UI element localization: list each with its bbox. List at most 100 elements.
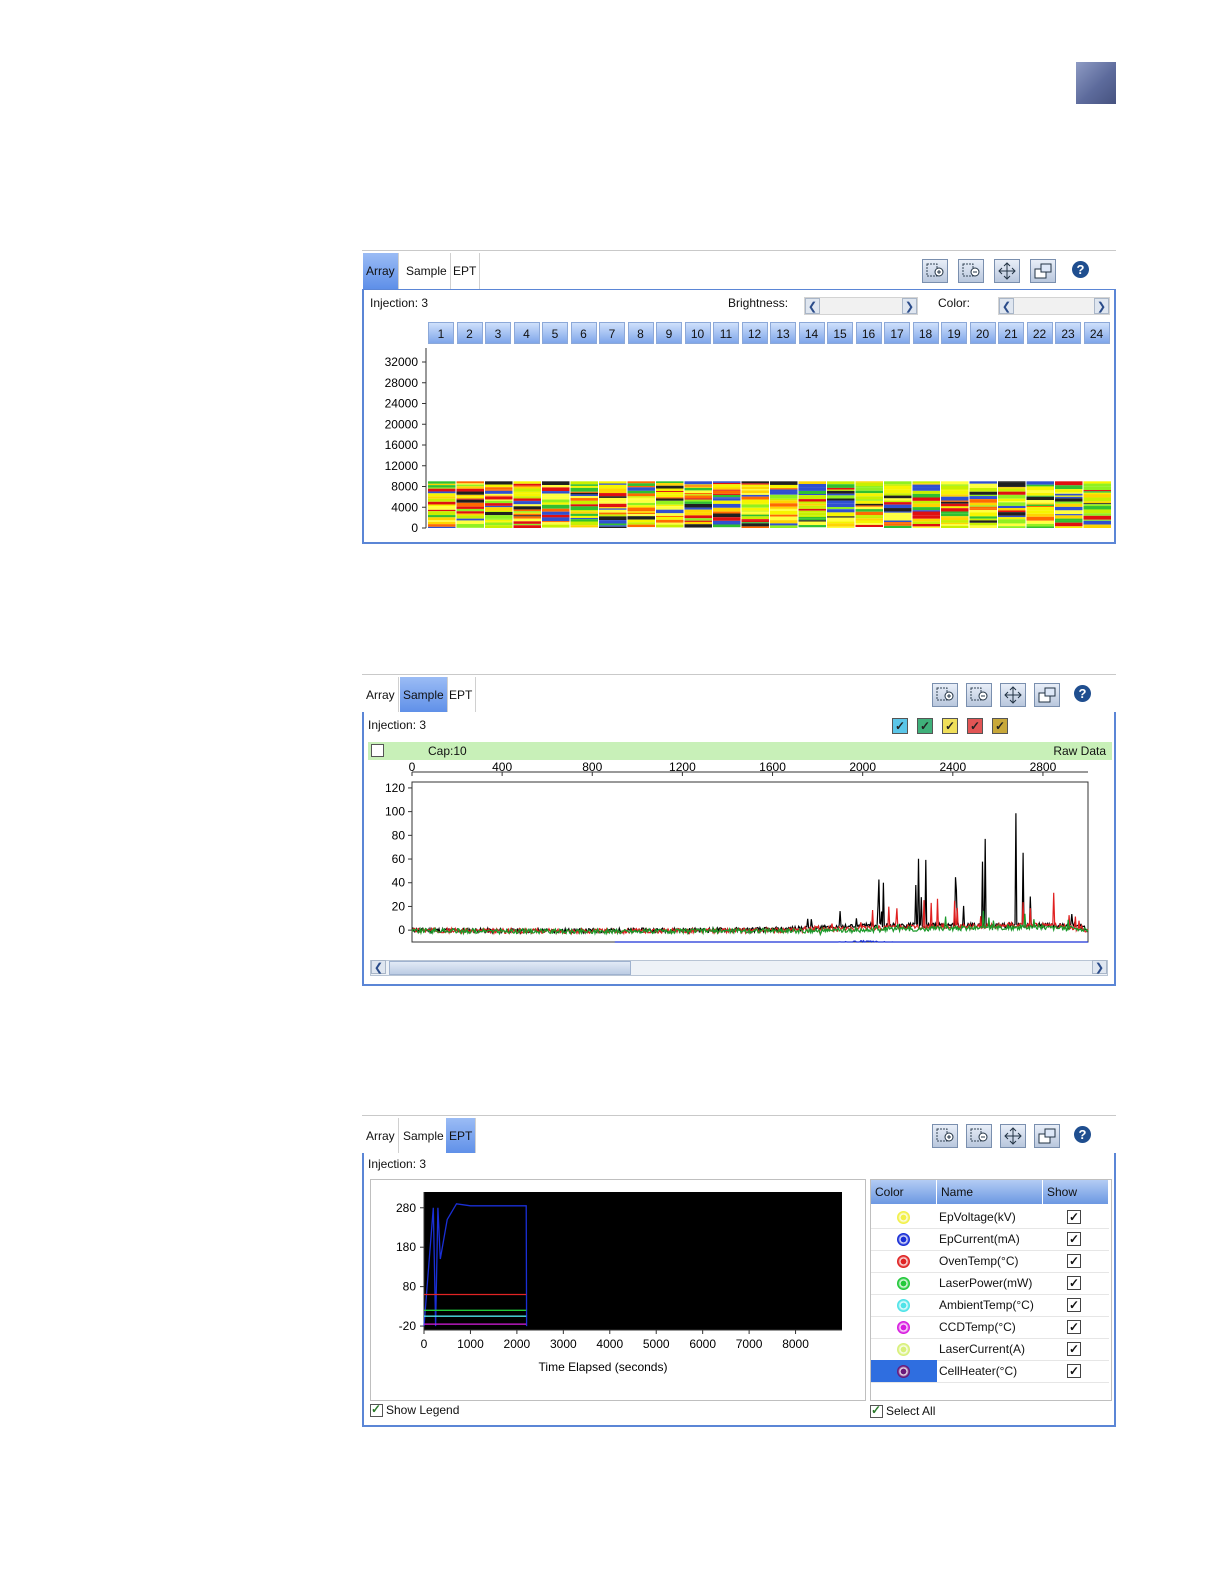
zoom-out-icon[interactable] bbox=[966, 1124, 992, 1148]
brightness-label: Brightness: bbox=[728, 296, 789, 310]
fit-view-icon[interactable] bbox=[1000, 1124, 1026, 1148]
zoom-out-icon[interactable] bbox=[966, 683, 992, 707]
tab-ept[interactable]: EPT bbox=[446, 1118, 477, 1154]
horizontal-scrollbar[interactable]: ❮ ❯ bbox=[370, 960, 1108, 976]
show-series-checkbox[interactable]: ✓ bbox=[1067, 1254, 1081, 1268]
series-name: AmbientTemp(°C) bbox=[939, 1298, 1034, 1312]
series-name: LaserCurrent(A) bbox=[939, 1342, 1026, 1356]
x-axis-label: Time Elapsed (seconds) bbox=[539, 1360, 668, 1374]
y-tick-label: 80 bbox=[392, 828, 406, 842]
dye-toggle-5[interactable]: ✓ bbox=[992, 718, 1008, 734]
tab-array[interactable]: Array bbox=[363, 253, 399, 289]
injection-label: Injection: 3 bbox=[368, 1157, 427, 1171]
tab-sample[interactable]: Sample bbox=[400, 677, 448, 713]
zoom-out-icon[interactable] bbox=[958, 259, 984, 283]
window-layout-icon[interactable] bbox=[1034, 683, 1060, 707]
scrollbar-thumb[interactable] bbox=[389, 961, 631, 975]
chevron-right-icon[interactable]: ❯ bbox=[902, 298, 917, 314]
select-all-label: Select All bbox=[886, 1404, 936, 1418]
series-color-swatch bbox=[897, 1211, 910, 1224]
lane-signal-14 bbox=[798, 481, 826, 528]
help-icon[interactable]: ? bbox=[1074, 1126, 1091, 1143]
chevron-left-icon[interactable]: ❮ bbox=[805, 298, 820, 314]
tab-bar: Array Sample EPT ? bbox=[362, 674, 1116, 715]
y-tick-label: 60 bbox=[392, 852, 406, 866]
select-all-checkbox[interactable] bbox=[870, 1403, 883, 1418]
y-tick-label: 24000 bbox=[385, 397, 419, 411]
show-series-checkbox[interactable]: ✓ bbox=[1067, 1276, 1081, 1290]
y-tick-label: 80 bbox=[403, 1280, 417, 1294]
lane-signal-17 bbox=[884, 481, 912, 528]
dye-toggle-2[interactable]: ✓ bbox=[917, 718, 933, 734]
show-legend-checkbox[interactable] bbox=[370, 1402, 383, 1417]
lane-signal-7 bbox=[599, 481, 627, 528]
brightness-slider[interactable]: ❮ ❯ bbox=[804, 297, 918, 315]
chevron-right-icon[interactable]: ❯ bbox=[1092, 960, 1107, 974]
capillary-header-bar: Cap:10 Raw Data bbox=[368, 742, 1112, 760]
show-series-checkbox[interactable]: ✓ bbox=[1067, 1364, 1081, 1378]
tab-sample[interactable]: Sample bbox=[403, 253, 451, 289]
zoom-in-icon[interactable] bbox=[932, 683, 958, 707]
window-layout-icon[interactable] bbox=[1034, 1124, 1060, 1148]
y-tick-label: 20 bbox=[392, 899, 406, 913]
capillary-select-checkbox[interactable] bbox=[371, 744, 384, 757]
series-name: EpCurrent(mA) bbox=[939, 1232, 1020, 1246]
tab-sample[interactable]: Sample bbox=[400, 1118, 448, 1154]
color-slider[interactable]: ❮ ❯ bbox=[998, 297, 1110, 315]
series-name: LaserPower(mW) bbox=[939, 1276, 1033, 1290]
fit-view-icon[interactable] bbox=[1000, 683, 1026, 707]
zoom-in-icon[interactable] bbox=[922, 259, 948, 283]
show-series-checkbox[interactable]: ✓ bbox=[1067, 1232, 1081, 1246]
zoom-in-icon[interactable] bbox=[932, 1124, 958, 1148]
show-series-checkbox[interactable]: ✓ bbox=[1067, 1210, 1081, 1224]
raw-data-label: Raw Data bbox=[1053, 744, 1106, 758]
x-tick-label: 1200 bbox=[669, 760, 696, 774]
legend-row[interactable]: OvenTemp(°C) ✓ bbox=[871, 1250, 1109, 1273]
x-tick-label: 400 bbox=[492, 760, 512, 774]
column-header-color[interactable]: Color bbox=[871, 1180, 937, 1204]
column-header-show[interactable]: Show bbox=[1043, 1180, 1109, 1204]
y-tick-label: 28000 bbox=[385, 376, 419, 390]
chevron-right-icon[interactable]: ❯ bbox=[1094, 298, 1109, 314]
show-series-checkbox[interactable]: ✓ bbox=[1067, 1298, 1081, 1312]
legend-row[interactable]: EpCurrent(mA) ✓ bbox=[871, 1228, 1109, 1251]
y-tick-label: 180 bbox=[396, 1240, 416, 1254]
window-layout-icon[interactable] bbox=[1030, 259, 1056, 283]
series-name: EpVoltage(kV) bbox=[939, 1210, 1016, 1224]
tab-array[interactable]: Array bbox=[363, 677, 399, 713]
y-tick-label: -20 bbox=[399, 1319, 417, 1333]
lane-signal-24 bbox=[1083, 481, 1111, 528]
fit-view-icon[interactable] bbox=[994, 259, 1020, 283]
y-tick-label: 32000 bbox=[385, 355, 419, 369]
legend-row[interactable]: EpVoltage(kV) ✓ bbox=[871, 1206, 1109, 1229]
lane-signal-11 bbox=[713, 481, 741, 528]
lane-signal-20 bbox=[969, 481, 997, 528]
legend-row[interactable]: CellHeater(°C) ✓ bbox=[871, 1360, 1109, 1383]
x-tick-label: 2400 bbox=[939, 760, 966, 774]
chevron-left-icon[interactable]: ❮ bbox=[999, 298, 1014, 314]
legend-row[interactable]: AmbientTemp(°C) ✓ bbox=[871, 1294, 1109, 1317]
array-heatmap: 32000 28000 24000 20000 16000 12000 8000 4000 0 bbox=[385, 348, 1111, 535]
tab-ept[interactable]: EPT bbox=[450, 253, 481, 289]
y-tick-label: 8000 bbox=[391, 480, 418, 494]
lane-signal-16 bbox=[855, 481, 883, 528]
column-header-name[interactable]: Name bbox=[937, 1180, 1043, 1204]
legend-row[interactable]: CCDTemp(°C) ✓ bbox=[871, 1316, 1109, 1339]
tab-ept[interactable]: EPT bbox=[446, 677, 477, 713]
dye-toggle-1[interactable]: ✓ bbox=[892, 718, 908, 734]
chevron-left-icon[interactable]: ❮ bbox=[371, 960, 386, 974]
y-tick-label: 0 bbox=[398, 923, 405, 937]
tab-array[interactable]: Array bbox=[363, 1118, 399, 1154]
y-tick-label: 40 bbox=[392, 876, 406, 890]
lane-signal-6 bbox=[570, 481, 598, 528]
lane-signal-21 bbox=[998, 481, 1026, 528]
legend-row[interactable]: LaserPower(mW) ✓ bbox=[871, 1272, 1109, 1295]
y-tick-label: 4000 bbox=[391, 500, 418, 514]
dye-toggle-3[interactable]: ✓ bbox=[942, 718, 958, 734]
legend-row[interactable]: LaserCurrent(A) ✓ bbox=[871, 1338, 1109, 1361]
show-series-checkbox[interactable]: ✓ bbox=[1067, 1342, 1081, 1356]
help-icon[interactable]: ? bbox=[1072, 261, 1089, 278]
help-icon[interactable]: ? bbox=[1074, 685, 1091, 702]
dye-toggle-4[interactable]: ✓ bbox=[967, 718, 983, 734]
show-series-checkbox[interactable]: ✓ bbox=[1067, 1320, 1081, 1334]
